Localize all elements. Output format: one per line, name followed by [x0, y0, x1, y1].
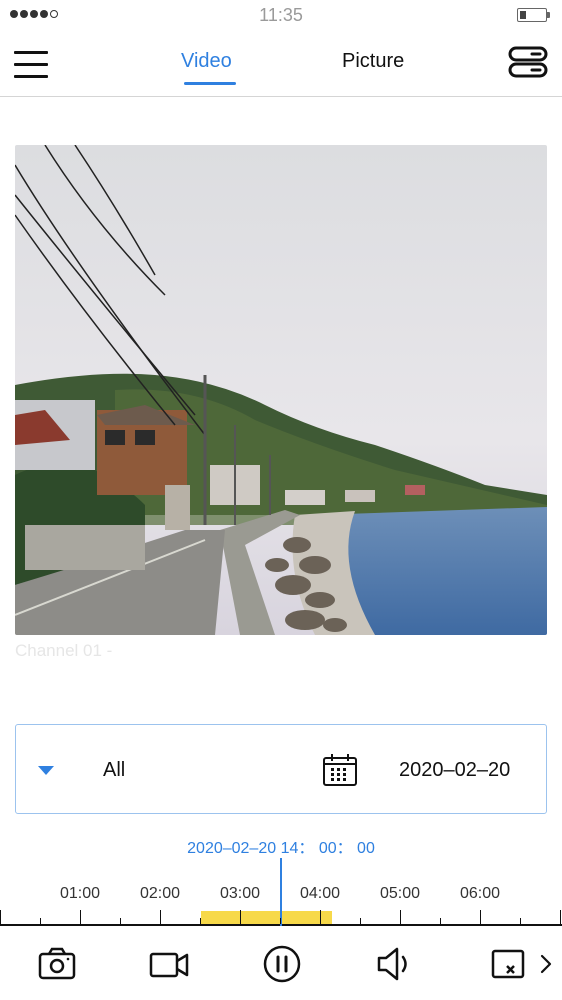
timeline-label: 06:00: [459, 885, 501, 902]
timeline-hour-tick: [80, 910, 81, 924]
video-player[interactable]: [15, 145, 547, 635]
timeline-label: 05:00: [379, 885, 421, 902]
close-window-icon[interactable]: [490, 944, 530, 984]
timeline-hour-tick: [480, 910, 481, 924]
timeline-hour-tick: [400, 910, 401, 924]
pause-icon[interactable]: [262, 944, 302, 984]
timeline-minor-tick: [280, 918, 281, 924]
snapshot-camera-icon[interactable]: [37, 944, 77, 984]
tab-picture[interactable]: Picture: [342, 50, 404, 73]
timeline-minor-tick: [40, 918, 41, 924]
timeline-label: 01:00: [59, 885, 101, 902]
status-bar: 11:35: [0, 0, 562, 32]
timeline-minor-tick: [200, 918, 201, 924]
record-type-select[interactable]: All: [103, 759, 125, 782]
timeline-label: 02:00: [139, 885, 181, 902]
status-time: 11:35: [259, 5, 303, 25]
playback-timeline[interactable]: 01:00 02:00 03:00 04:00 05:00 06:00: [0, 858, 562, 928]
timeline-minor-tick: [360, 918, 361, 924]
chevron-right-icon[interactable]: [536, 944, 556, 984]
calendar-icon[interactable]: [322, 753, 358, 787]
filter-bar: All 2020–02–20: [15, 724, 547, 814]
tab-video[interactable]: Video: [181, 50, 232, 73]
device-list-icon[interactable]: [508, 46, 548, 78]
timeline-hour-tick: [160, 910, 161, 924]
playback-toolbar: [0, 928, 562, 1000]
volume-icon[interactable]: [375, 944, 415, 984]
caret-down-icon[interactable]: [38, 766, 54, 775]
timeline-label: 03:00: [219, 885, 261, 902]
timeline-hour-tick: [0, 910, 1, 924]
timeline-hour-tick: [560, 910, 561, 924]
hamburger-menu-icon[interactable]: [14, 50, 48, 78]
current-time-readout: 2020–02–20 14： 00： 00: [187, 840, 375, 857]
timeline-label: 04:00: [299, 885, 341, 902]
timeline-minor-tick: [520, 918, 521, 924]
channel-label: Channel 01 -: [15, 641, 113, 660]
record-video-icon[interactable]: [149, 944, 189, 984]
timeline-cursor[interactable]: [280, 858, 282, 926]
timeline-minor-tick: [120, 918, 121, 924]
top-navigation: Video Picture: [0, 32, 562, 97]
video-frame-image: [15, 145, 547, 635]
timeline-hour-tick: [320, 910, 321, 924]
timeline-minor-tick: [440, 918, 441, 924]
battery-low-icon: [517, 8, 550, 22]
timeline-hour-tick: [240, 910, 241, 924]
date-select[interactable]: 2020–02–20: [399, 759, 510, 782]
active-tab-indicator: [184, 82, 236, 85]
